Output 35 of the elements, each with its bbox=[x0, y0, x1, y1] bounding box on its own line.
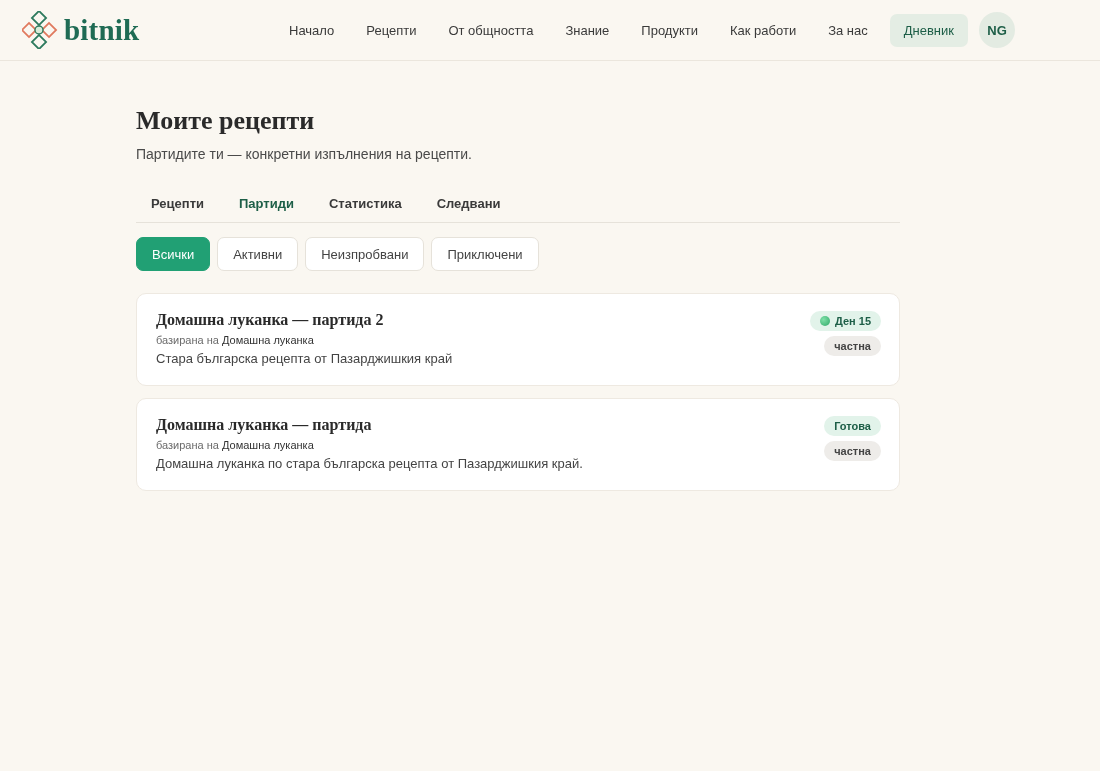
brand-name[interactable]: bitnik bbox=[64, 15, 140, 45]
based-on-text: базирана на Домашна луканка bbox=[156, 334, 315, 347]
tab[interactable]: Статистика bbox=[313, 186, 418, 223]
nav-link[interactable]: Как работи bbox=[713, 13, 813, 47]
nav-link[interactable]: За нас bbox=[812, 13, 884, 47]
status-badge: Готова bbox=[824, 416, 881, 437]
status-badge: Ден 15 bbox=[809, 311, 881, 332]
page-subtitle: Партидите ти — конкретни изпълнения на рецепти. bbox=[136, 146, 473, 163]
tab[interactable]: Партиди bbox=[224, 186, 310, 223]
batch-description: Домашна луканка по стара българска рецепта от Пазарджишкия край. bbox=[156, 456, 583, 472]
nav-link[interactable]: От общността bbox=[432, 13, 550, 47]
recipe-link[interactable]: Домашна луканка bbox=[221, 439, 314, 452]
batch-title: Домашна луканка — партида 2 bbox=[156, 311, 385, 330]
user-avatar[interactable]: NG bbox=[979, 12, 1015, 48]
batch-title: Домашна луканка — партида bbox=[156, 416, 373, 435]
filter-chip[interactable]: Активни bbox=[217, 237, 299, 272]
tab[interactable]: Следвани bbox=[421, 186, 517, 223]
filter-chip[interactable]: Неизпробвани bbox=[305, 237, 425, 272]
batch-description: Стара българска рецепта от Пазарджишкия край bbox=[156, 351, 453, 367]
visibility-badge: частна bbox=[824, 336, 881, 357]
nav-link[interactable]: Рецепти bbox=[350, 13, 433, 47]
based-on-text: базирана на Домашна луканка bbox=[156, 439, 315, 452]
batch-card[interactable]: Домашна луканка — партида 2 базирана на Домашна луканка Стара българска рецепта от Пазарджишкия край Ден 15 частна bbox=[136, 293, 900, 387]
nav-link[interactable]: Знание bbox=[549, 13, 626, 47]
nav-link[interactable]: Дневник bbox=[889, 13, 968, 47]
nav-link[interactable]: Начало bbox=[273, 13, 351, 47]
recipe-link[interactable]: Домашна луканка bbox=[221, 334, 314, 347]
tab[interactable]: Рецепти bbox=[136, 186, 220, 223]
diamond-logo-icon bbox=[22, 11, 58, 49]
visibility-badge: частна bbox=[824, 441, 881, 462]
nav-link[interactable]: Продукти bbox=[625, 13, 714, 47]
filter-chip[interactable]: Приключени bbox=[431, 237, 539, 272]
page-title: Моите рецепти bbox=[136, 105, 316, 137]
batch-card[interactable]: Домашна луканка — партида базирана на Домашна луканка Домашна луканка по стара българска рецепта от Пазарджишкия край. Готова частна bbox=[136, 398, 900, 492]
status-dot-icon bbox=[819, 316, 830, 327]
